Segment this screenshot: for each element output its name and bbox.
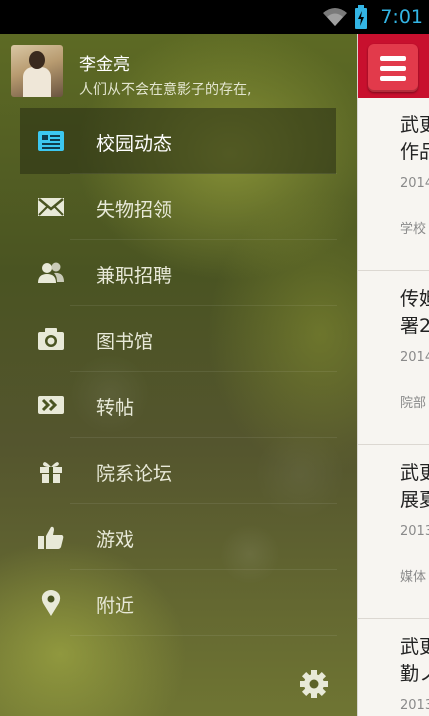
menu-item-part-time-jobs[interactable]: 兼职招聘	[0, 240, 357, 306]
news-title-line1: 武更	[400, 636, 429, 658]
news-title-line1: 武更	[400, 462, 429, 484]
news-date: 2014	[400, 176, 429, 191]
user-signature: 人们从不会在意影子的存在,	[79, 82, 252, 98]
battery-icon	[355, 5, 368, 29]
menu-item-campus-news[interactable]: 校园动态	[0, 108, 357, 174]
news-feed: 武更 作品 2014 学校 传妲 署2 2014 院部 武更 展夏 2013 媒…	[357, 34, 429, 716]
app-header	[358, 34, 429, 98]
menu-label: 校园动态	[96, 133, 173, 155]
menu-item-repost[interactable]: 转帖	[0, 372, 357, 438]
menu-item-games[interactable]: 游戏	[0, 504, 357, 570]
news-date: 2014	[400, 350, 429, 365]
news-title-line1: 传妲	[400, 288, 429, 310]
news-date: 2013	[400, 524, 429, 539]
gift-icon	[40, 462, 62, 483]
status-bar: 7:01	[0, 0, 429, 34]
avatar[interactable]	[11, 45, 63, 97]
menu-item-lost-and-found[interactable]: 失物招领	[0, 174, 357, 240]
news-date: 2013	[400, 698, 429, 713]
envelope-icon	[38, 198, 64, 216]
news-source: 学校	[400, 222, 427, 237]
settings-gear-icon[interactable]	[298, 668, 330, 700]
menu-label: 游戏	[96, 529, 135, 551]
user-name: 李金亮	[79, 55, 130, 75]
menu-label: 附近	[96, 595, 135, 617]
clock: 7:01	[380, 6, 423, 28]
location-pin-icon	[41, 590, 61, 616]
news-title-line2: 展夏	[400, 489, 429, 511]
menu-label: 图书馆	[96, 331, 154, 353]
camera-icon	[38, 328, 64, 350]
news-title-line1: 武更	[400, 114, 429, 136]
forward-icon	[38, 396, 64, 414]
menu-label: 兼职招聘	[96, 265, 173, 287]
menu-item-library[interactable]: 图书馆	[0, 306, 357, 372]
navigation-drawer: 李金亮 人们从不会在意影子的存在, 校园动态 失物招领 兼职招聘 图书馆 转帖 …	[0, 34, 357, 716]
news-title-line2: 作品	[400, 141, 429, 163]
menu-label: 转帖	[96, 397, 135, 419]
drawer-menu: 校园动态 失物招领 兼职招聘 图书馆 转帖 院系论坛 游戏 附近	[0, 108, 357, 636]
wifi-icon	[323, 8, 348, 26]
campus-news-icon	[38, 131, 64, 151]
menu-item-department-forum[interactable]: 院系论坛	[0, 438, 357, 504]
menu-label: 失物招领	[96, 199, 173, 221]
menu-label: 院系论坛	[96, 463, 173, 485]
news-source: 媒体	[400, 570, 427, 585]
news-title-line2: 勤ノ	[400, 663, 429, 685]
news-source: 院部	[400, 396, 427, 411]
news-title-line2: 署2	[400, 315, 429, 337]
user-profile[interactable]: 李金亮 人们从不会在意影子的存在,	[0, 34, 357, 106]
thumbs-up-icon	[38, 526, 64, 549]
menu-item-nearby[interactable]: 附近	[0, 570, 357, 636]
hamburger-menu-button[interactable]	[368, 44, 418, 92]
people-icon	[38, 262, 64, 283]
